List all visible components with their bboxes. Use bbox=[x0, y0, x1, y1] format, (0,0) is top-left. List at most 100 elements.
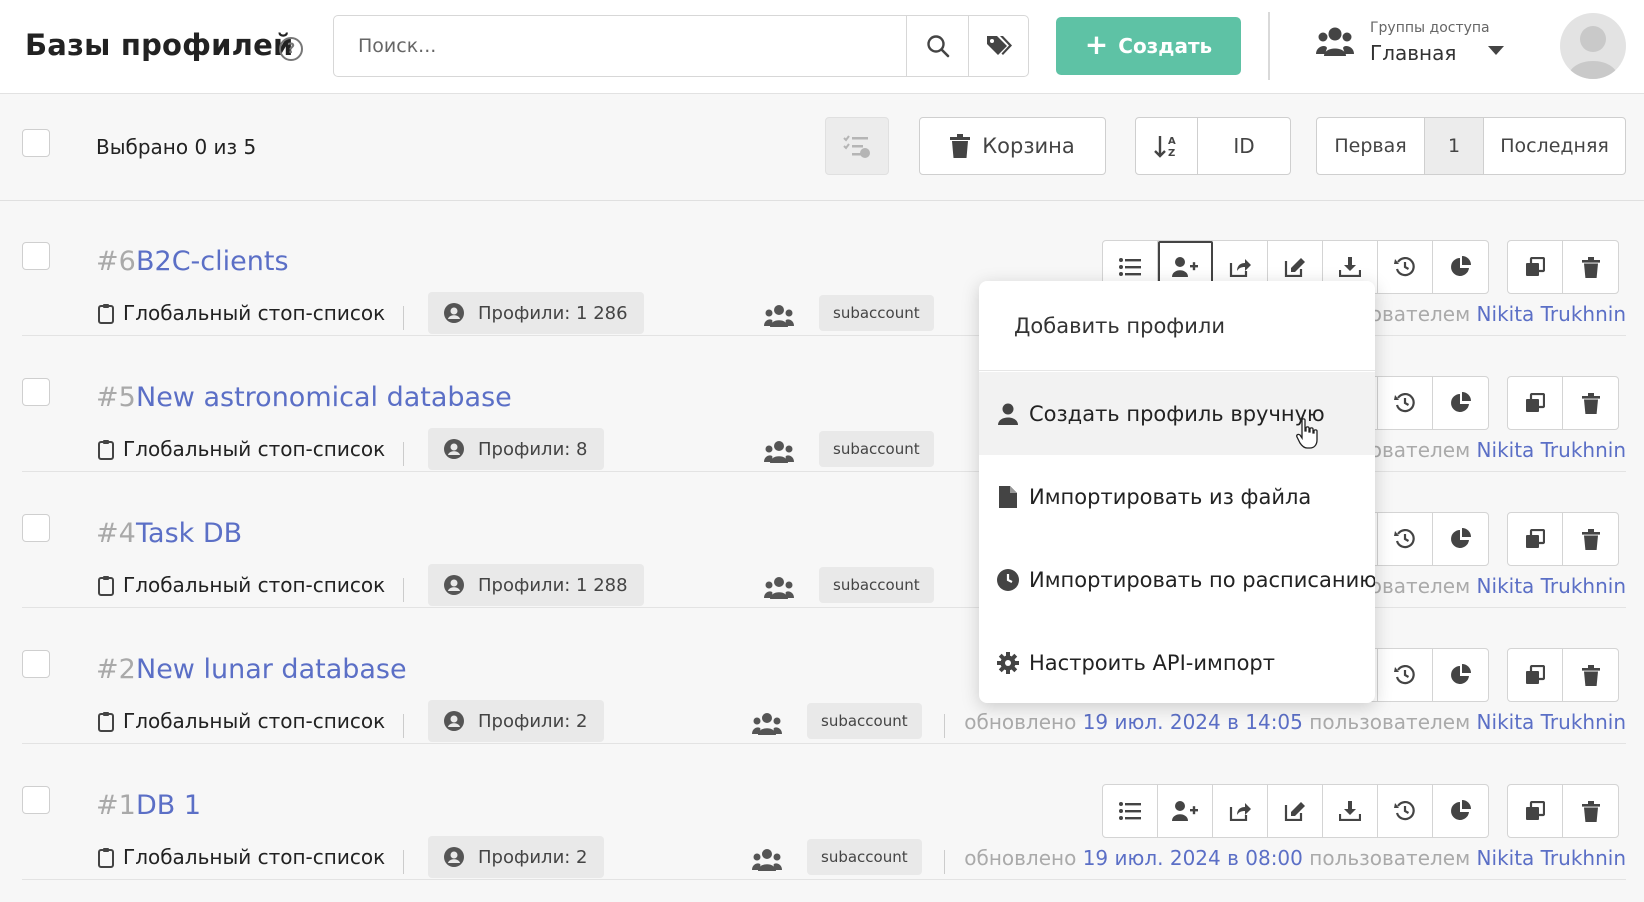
menu-item-api-import[interactable]: Настроить API-импорт bbox=[979, 621, 1375, 703]
history-button[interactable] bbox=[1378, 649, 1433, 701]
profiles-count: Профили: 1 286 bbox=[478, 302, 628, 324]
page-title: Базы профилей bbox=[25, 28, 294, 62]
add-profiles-menu: Добавить профили Создать профиль вручную… bbox=[979, 281, 1375, 703]
copy-button[interactable] bbox=[1508, 377, 1563, 429]
history-button[interactable] bbox=[1378, 241, 1433, 293]
row-title-link[interactable]: New astronomical database bbox=[136, 382, 512, 413]
copy-button[interactable] bbox=[1508, 649, 1563, 701]
stats-button[interactable] bbox=[1433, 513, 1488, 565]
updated-date: 19 июл. 2024 в 14:05 bbox=[1082, 710, 1303, 734]
search-icon bbox=[926, 35, 949, 58]
pager-first[interactable]: Первая bbox=[1317, 118, 1425, 174]
stats-button[interactable] bbox=[1433, 377, 1488, 429]
share-icon bbox=[1229, 803, 1251, 821]
user-circle-icon bbox=[444, 575, 464, 595]
delete-button[interactable] bbox=[1563, 649, 1618, 701]
row-secondary-actions bbox=[1507, 512, 1619, 566]
user-link[interactable]: Nikita Trukhnin bbox=[1477, 846, 1626, 870]
profiles-count: Профили: 2 bbox=[478, 846, 588, 868]
copy-button[interactable] bbox=[1508, 785, 1563, 837]
row-checkbox[interactable] bbox=[22, 242, 50, 270]
stoplist-label: Глобальный стоп-список bbox=[123, 437, 386, 461]
hand-cursor-icon bbox=[1296, 418, 1318, 449]
trash-icon bbox=[1581, 528, 1600, 550]
create-button[interactable]: + Создать bbox=[1056, 17, 1241, 75]
profiles-count-badge: Профили: 2 bbox=[428, 700, 604, 742]
history-icon bbox=[1394, 529, 1415, 549]
user-link[interactable]: Nikita Trukhnin bbox=[1477, 710, 1626, 734]
delete-button[interactable] bbox=[1563, 241, 1618, 293]
trash-icon bbox=[1581, 664, 1600, 686]
list-check-icon bbox=[843, 135, 870, 158]
row-checkbox[interactable] bbox=[22, 650, 50, 678]
bulk-actions-button[interactable] bbox=[825, 117, 889, 175]
edit-icon bbox=[1284, 258, 1305, 277]
row-title-link[interactable]: Task DB bbox=[136, 518, 242, 549]
tags-button[interactable] bbox=[968, 16, 1030, 76]
select-all-checkbox[interactable] bbox=[22, 129, 50, 157]
copy-icon bbox=[1526, 393, 1545, 412]
user-link[interactable]: Nikita Trukhnin bbox=[1477, 438, 1626, 462]
pager-current[interactable]: 1 bbox=[1425, 118, 1484, 174]
add-profile-button[interactable] bbox=[1158, 785, 1213, 837]
user-link[interactable]: Nikita Trukhnin bbox=[1477, 302, 1626, 326]
header-divider bbox=[1268, 12, 1270, 80]
access-group-select[interactable]: Главная bbox=[1370, 41, 1456, 65]
row-checkbox[interactable] bbox=[22, 378, 50, 406]
delete-button[interactable] bbox=[1563, 377, 1618, 429]
history-button[interactable] bbox=[1378, 513, 1433, 565]
row-actions bbox=[1102, 784, 1489, 838]
history-button[interactable] bbox=[1378, 377, 1433, 429]
users-icon bbox=[764, 577, 794, 599]
share-button[interactable] bbox=[1213, 785, 1268, 837]
copy-button[interactable] bbox=[1508, 513, 1563, 565]
profiles-count: Профили: 1 288 bbox=[478, 574, 628, 596]
chevron-down-icon[interactable] bbox=[1488, 46, 1504, 55]
updated-info: обновлено 19 июл. 2024 в 14:05 пользоват… bbox=[964, 710, 1626, 734]
question-circle-icon[interactable]: ? bbox=[279, 37, 303, 61]
stats-button[interactable] bbox=[1433, 785, 1488, 837]
updated-by-prefix: ователем bbox=[1369, 302, 1471, 326]
clipboard-icon bbox=[98, 711, 114, 732]
trash-icon bbox=[950, 134, 971, 158]
sort-control: AZ ID bbox=[1135, 117, 1291, 175]
row-checkbox[interactable] bbox=[22, 514, 50, 542]
row-title-link[interactable]: New lunar database bbox=[136, 654, 407, 685]
user-avatar-icon bbox=[1568, 26, 1618, 79]
row-id: #4 bbox=[96, 518, 136, 549]
list-profiles-button[interactable] bbox=[1103, 785, 1158, 837]
download-button[interactable] bbox=[1323, 785, 1378, 837]
stats-button[interactable] bbox=[1433, 241, 1488, 293]
delete-button[interactable] bbox=[1563, 785, 1618, 837]
sort-field-select[interactable]: ID bbox=[1198, 118, 1290, 174]
subaccount-badge: subaccount bbox=[819, 567, 934, 603]
search-input[interactable] bbox=[334, 16, 906, 76]
history-button[interactable] bbox=[1378, 785, 1433, 837]
stats-button[interactable] bbox=[1433, 649, 1488, 701]
database-row: #2 New lunar database Глобальный стоп-сп… bbox=[22, 608, 1626, 744]
trash-button[interactable]: Корзина bbox=[919, 117, 1106, 175]
user-icon bbox=[998, 403, 1018, 425]
edit-button[interactable] bbox=[1268, 785, 1323, 837]
pie-chart-icon bbox=[1450, 528, 1471, 548]
avatar[interactable] bbox=[1560, 13, 1626, 79]
row-title-link[interactable]: DB 1 bbox=[136, 790, 201, 821]
trash-icon bbox=[1581, 800, 1600, 822]
row-checkbox[interactable] bbox=[22, 786, 50, 814]
delete-button[interactable] bbox=[1563, 513, 1618, 565]
updated-by-prefix: пользователем bbox=[1309, 710, 1471, 734]
edit-icon bbox=[1284, 802, 1305, 821]
list-toolbar: Выбрано 0 из 5 Корзина AZ ID Первая 1 По… bbox=[0, 95, 1644, 201]
menu-item-import-schedule[interactable]: Импортировать по расписанию bbox=[979, 538, 1375, 621]
row-title-link[interactable]: B2C-clients bbox=[136, 246, 289, 277]
menu-item-import-file[interactable]: Импортировать из файла bbox=[979, 455, 1375, 538]
trash-icon bbox=[1581, 256, 1600, 278]
sort-direction-button[interactable]: AZ bbox=[1136, 118, 1198, 174]
pager-last[interactable]: Последняя bbox=[1484, 118, 1625, 174]
row-secondary-actions bbox=[1507, 376, 1619, 430]
database-row: #1 DB 1 Глобальный стоп-список Профили: … bbox=[22, 744, 1626, 880]
copy-button[interactable] bbox=[1508, 241, 1563, 293]
search-button[interactable] bbox=[906, 16, 968, 76]
menu-item-label: Импортировать из файла bbox=[1029, 484, 1312, 509]
user-link[interactable]: Nikita Trukhnin bbox=[1477, 574, 1626, 598]
